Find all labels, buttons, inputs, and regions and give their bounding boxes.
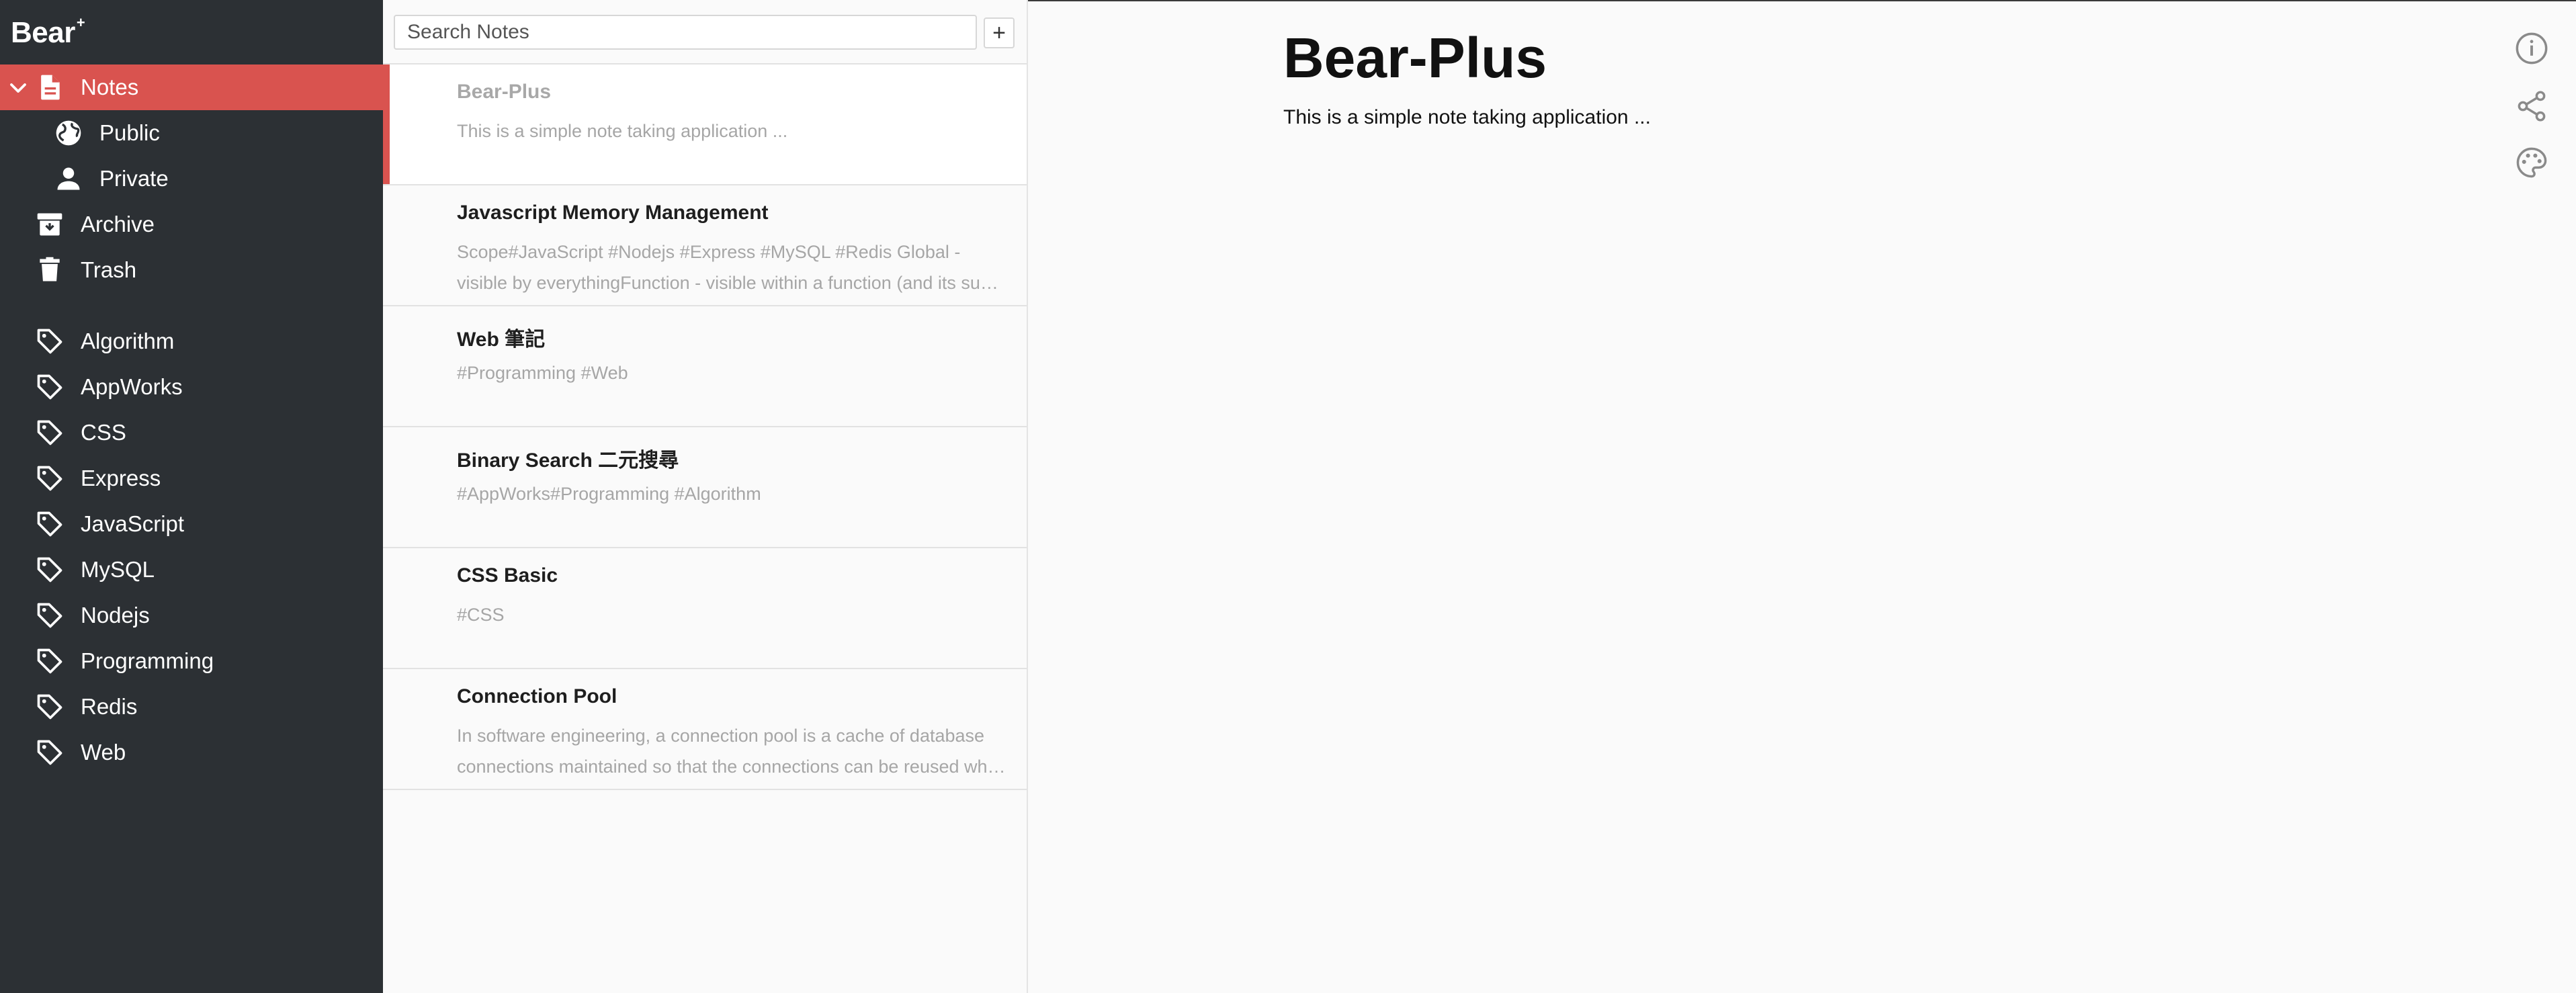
sidebar-item-label: AppWorks	[81, 374, 183, 399]
note-body[interactable]: This is a simple note taking application…	[1283, 106, 1651, 129]
note-title: Bear-Plus	[457, 81, 552, 103]
sidebar-item-tag[interactable]: MySQL	[0, 547, 383, 593]
sidebar-item-tag[interactable]: Redis	[0, 684, 383, 730]
note-card[interactable]: Javascript Memory Management Scope#JavaS…	[383, 185, 1027, 306]
note-snippet: #CSS	[457, 605, 505, 625]
sidebar-item-trash[interactable]: Trash	[0, 247, 383, 293]
sidebar-item-label: Trash	[81, 257, 137, 282]
sidebar-item-tag[interactable]: AppWorks	[0, 364, 383, 410]
sidebar-item-tag[interactable]: Algorithm	[0, 318, 383, 364]
note-title: CSS Basic	[457, 564, 558, 587]
tag-icon	[35, 418, 65, 447]
sidebar-item-label: Archive	[81, 212, 155, 236]
sidebar-item-label: JavaScript	[81, 511, 185, 536]
trash-icon	[35, 255, 65, 285]
note-list: + Bear-Plus This is a simple note taking…	[383, 0, 1028, 993]
note-title: Connection Pool	[457, 685, 617, 707]
app-window: Bear+ Notes Public Private Archive Trash…	[0, 0, 2576, 993]
sidebar-item-archive[interactable]: Archive	[0, 202, 383, 247]
tag-icon	[35, 738, 65, 767]
tag-icon	[35, 555, 65, 585]
sidebar-item-tag[interactable]: Express	[0, 456, 383, 501]
note-title: Web 筆記	[457, 329, 546, 351]
palette-icon[interactable]	[2514, 145, 2549, 180]
tag-icon	[35, 509, 65, 539]
add-note-button[interactable]: +	[984, 17, 1015, 48]
tag-icon	[35, 601, 65, 630]
sidebar-item-label: Nodejs	[81, 603, 150, 628]
note-snippet: #AppWorks#Programming #Algorithm	[457, 484, 761, 504]
archive-icon	[35, 210, 65, 239]
sidebar-item-private[interactable]: Private	[0, 156, 383, 202]
sidebar-item-notes[interactable]: Notes	[0, 64, 383, 110]
note-heading[interactable]: Bear-Plus	[1283, 26, 1547, 91]
sidebar-item-label: Programming	[81, 648, 214, 673]
note-snippet: Scope#JavaScript #Nodejs #Express #MySQL…	[457, 242, 996, 293]
sidebar-item-label: Redis	[81, 694, 138, 719]
search-input[interactable]	[394, 15, 977, 50]
note-editor[interactable]: Bear-Plus This is a simple note taking a…	[1028, 0, 2576, 993]
tag-icon	[35, 646, 65, 676]
note-title: Binary Search 二元搜尋	[457, 449, 679, 472]
note-title: Javascript Memory Management	[457, 202, 769, 224]
person-icon	[54, 164, 83, 193]
sidebar-item-label: Express	[81, 466, 161, 490]
note-snippet: This is a simple note taking application…	[457, 121, 788, 141]
chevron-down-icon[interactable]	[8, 78, 28, 98]
sidebar: Bear+ Notes Public Private Archive Trash…	[0, 0, 383, 993]
sidebar-item-label: MySQL	[81, 557, 155, 582]
tag-icon	[35, 692, 65, 722]
app-logo: Bear+	[11, 14, 85, 49]
sidebar-item-label: Web	[81, 740, 126, 765]
tag-icon	[35, 372, 65, 402]
sidebar-item-label: Algorithm	[81, 329, 175, 353]
search-bar: +	[383, 0, 1027, 64]
sidebar-item-label: CSS	[81, 420, 126, 445]
sidebar-item-tag[interactable]: CSS	[0, 410, 383, 456]
sidebar-item-label: Notes	[81, 75, 139, 99]
share-icon[interactable]	[2514, 89, 2549, 124]
note-card[interactable]: Binary Search 二元搜尋 #AppWorks#Programming…	[383, 427, 1027, 548]
tag-icon	[35, 464, 65, 493]
tag-icon	[35, 327, 65, 356]
note-card[interactable]: Web 筆記 #Programming #Web	[383, 306, 1027, 427]
note-card[interactable]: CSS Basic #CSS	[383, 548, 1027, 669]
sidebar-item-tag[interactable]: JavaScript	[0, 501, 383, 547]
note-card[interactable]: Bear-Plus This is a simple note taking a…	[383, 64, 1027, 185]
sidebar-item-label: Private	[99, 166, 169, 191]
sidebar-item-tag[interactable]: Nodejs	[0, 593, 383, 638]
note-icon	[35, 73, 65, 102]
sidebar-item-public[interactable]: Public	[0, 110, 383, 156]
note-card[interactable]: Connection Pool In software engineering,…	[383, 669, 1027, 790]
note-snippet: In software engineering, a connection po…	[457, 726, 1008, 777]
note-snippet: #Programming #Web	[457, 363, 628, 383]
info-icon[interactable]	[2514, 31, 2549, 66]
sidebar-item-tag[interactable]: Web	[0, 730, 383, 775]
sidebar-item-tag[interactable]: Programming	[0, 638, 383, 684]
sidebar-item-label: Public	[99, 120, 160, 145]
globe-icon	[54, 118, 83, 148]
